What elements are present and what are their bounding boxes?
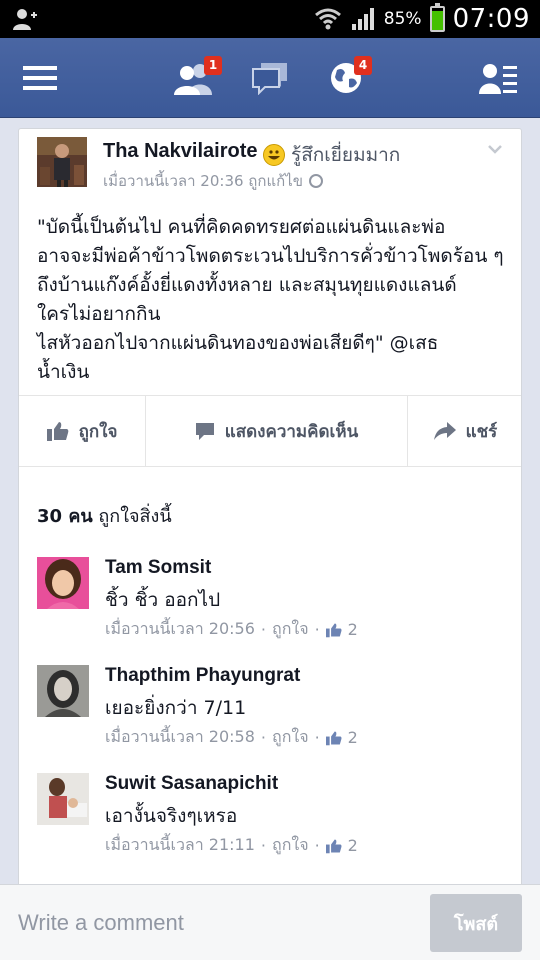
separator-dot: · <box>260 620 266 639</box>
like-count-icon <box>325 730 342 745</box>
messages-button[interactable] <box>240 38 300 118</box>
comment-like-count[interactable]: 2 <box>348 728 358 747</box>
comment-author[interactable]: Tam Somsit <box>105 557 211 579</box>
feeling-text: รู้สึกเยี่ยมมาก <box>291 144 401 166</box>
comment-meta: เมื่อวานนี้เวลา 21:11 · ถูกใจ · 2 <box>105 833 358 858</box>
friends-list-button[interactable] <box>468 38 528 118</box>
comment-text: ชิ้ว ชิ้ว ออกไป <box>105 589 221 611</box>
comment-time: เมื่อวานนี้เวลา 20:56 <box>105 619 255 638</box>
wifi-icon <box>314 8 341 30</box>
comment-like-count[interactable]: 2 <box>348 836 358 855</box>
clock: 07:09 <box>452 4 530 34</box>
comment-label: แสดงความคิดเห็น <box>224 421 359 442</box>
comment-item: Tam Somsit ชิ้ว ชิ้ว ออกไป เมื่อวานนี้เว… <box>37 557 507 647</box>
post-feeling: รู้สึกเยี่ยมมาก <box>263 140 400 170</box>
comment-like-link[interactable]: ถูกใจ <box>272 833 309 858</box>
share-arrow-icon <box>433 422 456 440</box>
separator-dot: · <box>260 728 266 747</box>
menu-button[interactable] <box>10 38 70 118</box>
like-label: ถูกใจ <box>78 421 118 442</box>
post-card: Tha Nakvilairote รู้สึกเยี่ยมมาก เมื่อวา… <box>18 128 522 888</box>
comment-text: เยอะยิ่งกว่า 7/11 <box>105 697 247 719</box>
post-meta: เมื่อวานนี้เวลา 20:36 ถูกแก้ไข <box>103 169 324 193</box>
comment-time: เมื่อวานนี้เวลา 21:11 <box>105 835 255 854</box>
notifications-badge: 4 <box>354 56 372 75</box>
post-author-avatar[interactable] <box>37 137 87 187</box>
likes-suffix: ถูกใจสิ่งนี้ <box>98 506 172 527</box>
separator-dot: · <box>314 836 320 855</box>
menu-icon <box>23 66 57 90</box>
comment-button[interactable]: แสดงความคิดเห็น <box>145 396 407 466</box>
friend-requests-button[interactable]: 1 <box>164 38 224 118</box>
likes-summary[interactable]: 30 คน ถูกใจสิ่งนี้ <box>37 501 172 530</box>
notifications-button[interactable]: 4 <box>316 38 376 118</box>
add-friend-icon <box>13 9 37 30</box>
share-button[interactable]: แชร์ <box>407 396 521 466</box>
comment-item: Suwit Sasanapichit เอางั้นจริงๆเหรอ เมื่… <box>37 773 507 863</box>
comment-text: เอางั้นจริงๆเหรอ <box>105 805 238 827</box>
comment-avatar[interactable] <box>37 557 89 609</box>
comment-avatar[interactable] <box>37 773 89 825</box>
comment-item: Thapthim Phayungrat เยอะยิ่งกว่า 7/11 เม… <box>37 665 507 755</box>
privacy-public-icon <box>309 174 324 188</box>
battery-fill <box>431 11 443 30</box>
comment-composer: โพสต์ <box>0 884 540 960</box>
comment-author[interactable]: Thapthim Phayungrat <box>105 665 300 687</box>
messages-icon <box>252 63 287 95</box>
comment-avatar[interactable] <box>37 665 89 717</box>
share-label: แชร์ <box>465 421 498 442</box>
post-timestamp[interactable]: เมื่อวานนี้เวลา 20:36 ถูกแก้ไข <box>103 169 303 193</box>
separator-dot: · <box>314 620 320 639</box>
comment-meta: เมื่อวานนี้เวลา 20:58 · ถูกใจ · 2 <box>105 725 358 750</box>
comment-like-count[interactable]: 2 <box>348 620 358 639</box>
like-button[interactable]: ถูกใจ <box>19 396 145 466</box>
friend-requests-badge: 1 <box>204 56 222 75</box>
battery-icon <box>429 3 445 32</box>
status-bar: 85% 07:09 <box>0 0 540 38</box>
chevron-down-icon[interactable] <box>487 141 503 157</box>
comment-icon <box>195 423 214 440</box>
like-count-icon <box>325 838 342 853</box>
comment-like-link[interactable]: ถูกใจ <box>272 617 309 642</box>
top-navigation-bar: 1 4 <box>0 38 540 118</box>
contacts-icon <box>479 64 517 94</box>
comment-input[interactable] <box>18 905 398 941</box>
post-body-text: "บัดนี้เป็นต้นไป คนที่คิดคดทรยศต่อแผ่นดิ… <box>37 216 504 383</box>
likes-count: 30 คน <box>37 506 93 527</box>
comment-meta: เมื่อวานนี้เวลา 20:56 · ถูกใจ · 2 <box>105 617 358 642</box>
signal-icon <box>351 8 374 30</box>
separator-dot: · <box>260 836 266 855</box>
battery-percent: 85% <box>383 9 422 29</box>
post-actions-bar: ถูกใจ แสดงความคิดเห็น แชร์ <box>19 395 521 467</box>
thumbs-up-icon <box>46 422 68 441</box>
comment-author[interactable]: Suwit Sasanapichit <box>105 773 278 795</box>
smiley-icon <box>263 144 285 166</box>
like-count-icon <box>325 622 342 637</box>
comment-time: เมื่อวานนี้เวลา 20:58 <box>105 727 255 746</box>
post-comment-button[interactable]: โพสต์ <box>430 894 522 952</box>
post-author-name[interactable]: Tha Nakvilairote <box>103 140 258 163</box>
comment-like-link[interactable]: ถูกใจ <box>272 725 309 750</box>
separator-dot: · <box>314 728 320 747</box>
